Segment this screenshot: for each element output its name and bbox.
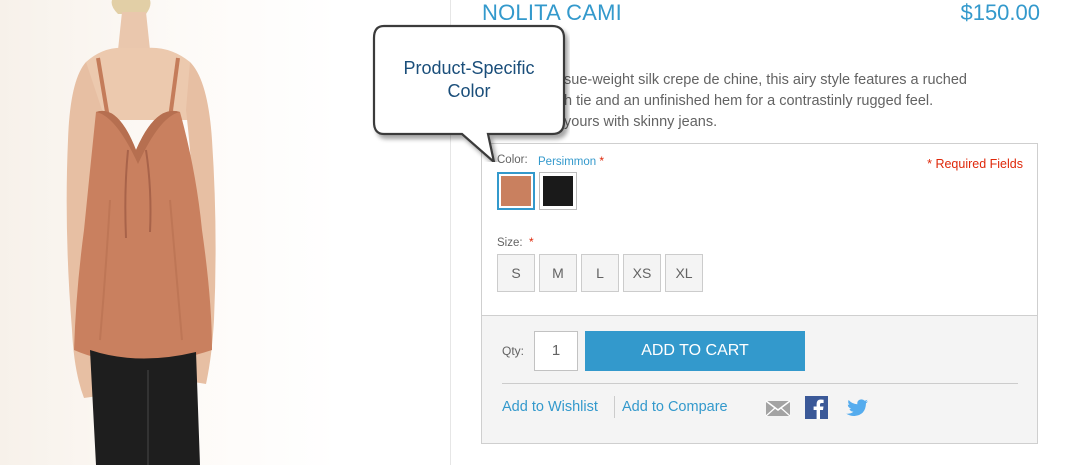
qty-input[interactable]: 1 [534, 331, 578, 371]
size-option-xl[interactable]: XL [665, 254, 703, 292]
color-swatch-persimmon[interactable] [497, 172, 535, 210]
color-swatch-black[interactable] [539, 172, 577, 210]
link-separator [614, 396, 615, 418]
required-star: * [599, 154, 605, 168]
required-fields-note: * Required Fields [927, 157, 1023, 171]
cart-divider [502, 383, 1018, 384]
twitter-icon[interactable] [844, 396, 870, 420]
product-price: $150.00 [960, 0, 1040, 25]
size-label-text: Size: [497, 237, 523, 249]
add-to-cart-button[interactable]: ADD TO CART [585, 331, 805, 371]
size-label: Size: * [497, 235, 534, 249]
size-option-xs[interactable]: XS [623, 254, 661, 292]
size-option-m[interactable]: M [539, 254, 577, 292]
add-to-compare-link[interactable]: Add to Compare [622, 399, 728, 415]
size-option-l[interactable]: L [581, 254, 619, 292]
required-star: * [528, 235, 534, 249]
callout-line: Product-Specific [403, 58, 535, 78]
callout-text: Product-Specific Color [386, 57, 552, 103]
swatch-fill [543, 176, 573, 206]
email-icon[interactable] [765, 396, 791, 420]
facebook-icon[interactable] [804, 396, 830, 420]
size-option-s[interactable]: S [497, 254, 535, 292]
qty-label: Qty: [502, 344, 525, 358]
swatch-fill [501, 176, 531, 206]
add-to-wishlist-link[interactable]: Add to Wishlist [502, 399, 598, 415]
callout-line: Color [447, 81, 491, 101]
